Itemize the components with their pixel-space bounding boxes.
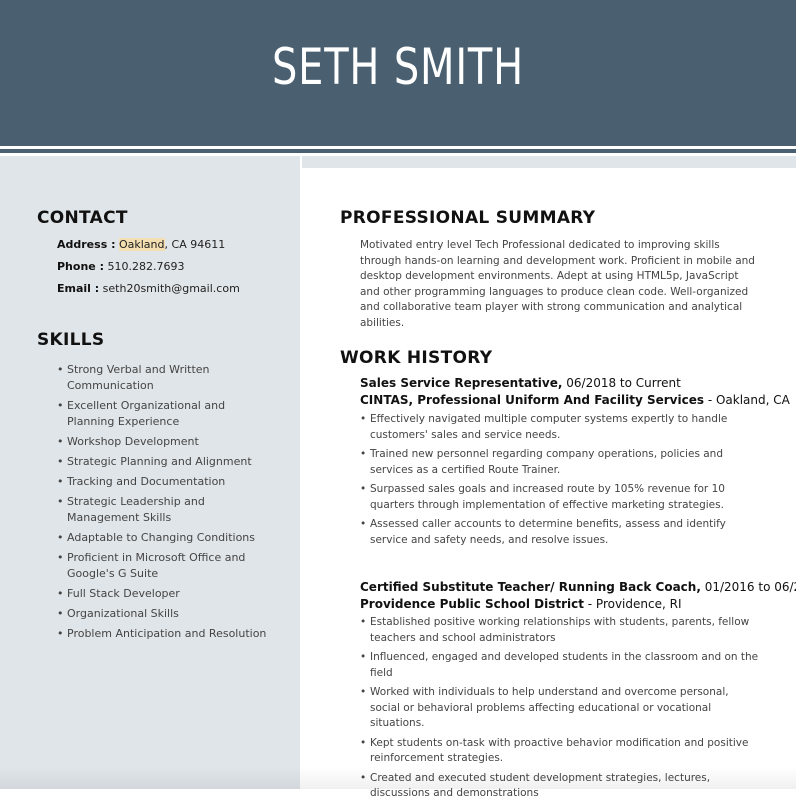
skill-item: Strong Verbal and Written Communication bbox=[57, 362, 272, 394]
job-bullet: Worked with individuals to help understa… bbox=[360, 685, 760, 732]
summary-heading: PROFESSIONAL SUMMARY bbox=[340, 208, 596, 228]
skill-item: Strategic Leadership and Management Skil… bbox=[57, 494, 272, 526]
job-bullet: Kept students on-task with proactive beh… bbox=[360, 736, 760, 767]
skill-item: Full Stack Developer bbox=[57, 586, 272, 602]
skill-item: Tracking and Documentation bbox=[57, 474, 272, 490]
skills-list: Strong Verbal and Written Communication … bbox=[57, 362, 272, 646]
job-2-dates: 01/2016 to 06/2018 bbox=[704, 580, 796, 594]
contact-email: Email : seth20smith@gmail.com bbox=[57, 282, 240, 295]
address-city: Oakland bbox=[118, 238, 165, 251]
contact-phone: Phone : 510.282.7693 bbox=[57, 260, 184, 273]
contact-heading: CONTACT bbox=[37, 208, 128, 228]
job-1-title: Sales Service Representative, 06/2018 to… bbox=[360, 376, 681, 390]
job-bullet: Created and executed student development… bbox=[360, 771, 760, 802]
job-bullet: Established positive working relationshi… bbox=[360, 615, 760, 646]
job-1-bullets: Effectively navigated multiple computer … bbox=[360, 412, 760, 552]
candidate-name: SETH SMITH bbox=[271, 38, 525, 96]
address-rest: , CA 94611 bbox=[164, 238, 226, 251]
job-2-location: - Providence, RI bbox=[583, 597, 682, 611]
resume-header: SETH SMITH bbox=[0, 0, 796, 146]
job-1-role: Sales Service Representative, bbox=[360, 376, 563, 390]
job-1-company-line: CINTAS, Professional Uniform And Facilit… bbox=[360, 393, 790, 407]
email-value: seth20smith@gmail.com bbox=[102, 282, 240, 295]
job-bullet: Influenced, engaged and developed studen… bbox=[360, 650, 760, 681]
skill-item: Proficient in Microsoft Office and Googl… bbox=[57, 550, 272, 582]
email-label: Email : bbox=[57, 282, 100, 295]
main-top-strip bbox=[302, 156, 796, 168]
summary-text: Motivated entry level Tech Professional … bbox=[360, 239, 755, 329]
phone-label: Phone : bbox=[57, 260, 104, 273]
phone-value: 510.282.7693 bbox=[107, 260, 185, 273]
skill-item: Workshop Development bbox=[57, 434, 272, 450]
job-bullet: Assessed caller accounts to determine be… bbox=[360, 517, 760, 548]
job-2-bullets: Established positive working relationshi… bbox=[360, 615, 760, 806]
job-2-title: Certified Substitute Teacher/ Running Ba… bbox=[360, 580, 796, 594]
skill-item: Excellent Organizational and Planning Ex… bbox=[57, 398, 272, 430]
skill-item: Problem Anticipation and Resolution bbox=[57, 626, 272, 642]
job-1-dates: 06/2018 to Current bbox=[562, 376, 681, 390]
skill-item: Strategic Planning and Alignment bbox=[57, 454, 272, 470]
job-bullet: Surpassed sales goals and increased rout… bbox=[360, 482, 760, 513]
skill-item: Adaptable to Changing Conditions bbox=[57, 530, 272, 546]
skill-item: Organizational Skills bbox=[57, 606, 272, 622]
skills-heading: SKILLS bbox=[37, 330, 105, 350]
work-history-heading: WORK HISTORY bbox=[340, 348, 493, 368]
job-1-location: - Oakland, CA bbox=[704, 393, 790, 407]
job-bullet: Trained new personnel regarding company … bbox=[360, 447, 760, 478]
job-1-company: CINTAS, Professional Uniform And Facilit… bbox=[360, 393, 704, 407]
address-label: Address : bbox=[57, 238, 116, 251]
job-2-role: Certified Substitute Teacher/ Running Ba… bbox=[360, 580, 701, 594]
job-2-company: Providence Public School District bbox=[360, 597, 584, 611]
job-bullet: Effectively navigated multiple computer … bbox=[360, 412, 760, 443]
job-2-company-line: Providence Public School District - Prov… bbox=[360, 597, 681, 611]
contact-address: Address : Oakland, CA 94611 bbox=[57, 238, 225, 251]
